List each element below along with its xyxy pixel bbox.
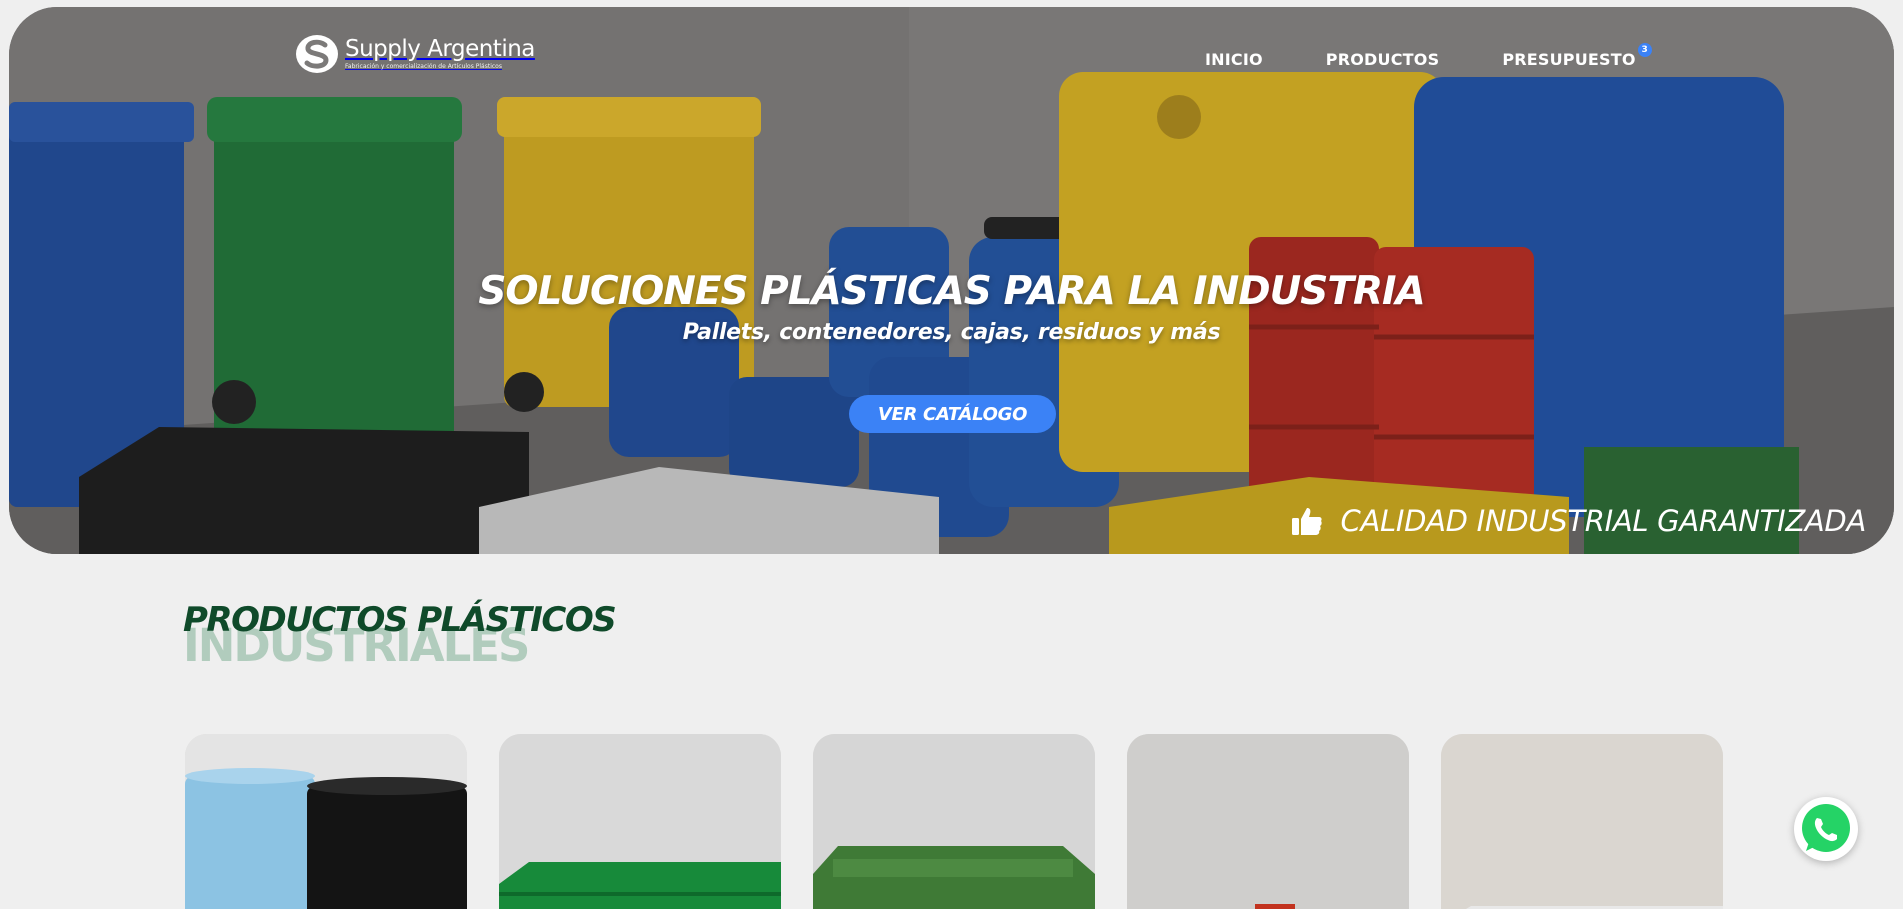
- hero-banner: Supply Argentina Fabricación y comercial…: [9, 7, 1894, 554]
- brand-logo-icon: [296, 35, 338, 73]
- thumbs-up-icon: [1291, 508, 1322, 535]
- main-nav: INICIO PRODUCTOS PRESUPUESTO 3: [1205, 43, 1652, 69]
- brand-tagline: Fabricación y comercialización de Artícu…: [345, 63, 502, 70]
- nav-item-presupuesto-label: PRESUPUESTO: [1502, 50, 1636, 69]
- product-image-drums: [185, 734, 467, 909]
- nav-item-productos[interactable]: PRODUCTOS: [1326, 50, 1440, 69]
- whatsapp-button[interactable]: [1794, 797, 1858, 861]
- whatsapp-icon: [1797, 800, 1855, 858]
- view-catalog-button[interactable]: VER CATÁLOGO: [849, 395, 1056, 433]
- quality-banner: CALIDAD INDUSTRIAL GARANTIZADA: [1291, 504, 1867, 538]
- product-card-drums[interactable]: [185, 734, 467, 909]
- hero-subtitle: Pallets, contenedores, cajas, residuos y…: [682, 320, 1221, 345]
- brand-name: Supply Argentina: [345, 36, 535, 62]
- nav-item-presupuesto[interactable]: PRESUPUESTO 3: [1502, 43, 1652, 69]
- product-card-crate[interactable]: [1127, 734, 1409, 909]
- nav-item-inicio[interactable]: INICIO: [1205, 50, 1263, 69]
- products-section-title: PRODUCTOS PLÁSTICOS INDUSTRIALES: [183, 600, 617, 668]
- product-card-pallet[interactable]: [499, 734, 781, 909]
- brand-text: Supply Argentina Fabricación y comercial…: [345, 37, 535, 71]
- product-card-container[interactable]: [813, 734, 1095, 909]
- product-card-tray[interactable]: [1441, 734, 1723, 909]
- hero-title: SOLUCIONES PLÁSTICAS PARA LA INDUSTRIA: [478, 269, 1425, 314]
- product-image-container: [813, 734, 1095, 909]
- product-image-crate: [1127, 734, 1409, 909]
- cart-count-badge: 3: [1637, 43, 1652, 57]
- brand-logo[interactable]: Supply Argentina Fabricación y comercial…: [295, 34, 535, 74]
- product-cards: [185, 734, 1723, 909]
- product-image-pallet: [499, 734, 781, 909]
- quality-text: CALIDAD INDUSTRIAL GARANTIZADA: [1340, 504, 1867, 538]
- products-title-line1: PRODUCTOS PLÁSTICOS: [183, 600, 617, 640]
- product-image-tray: [1441, 734, 1723, 909]
